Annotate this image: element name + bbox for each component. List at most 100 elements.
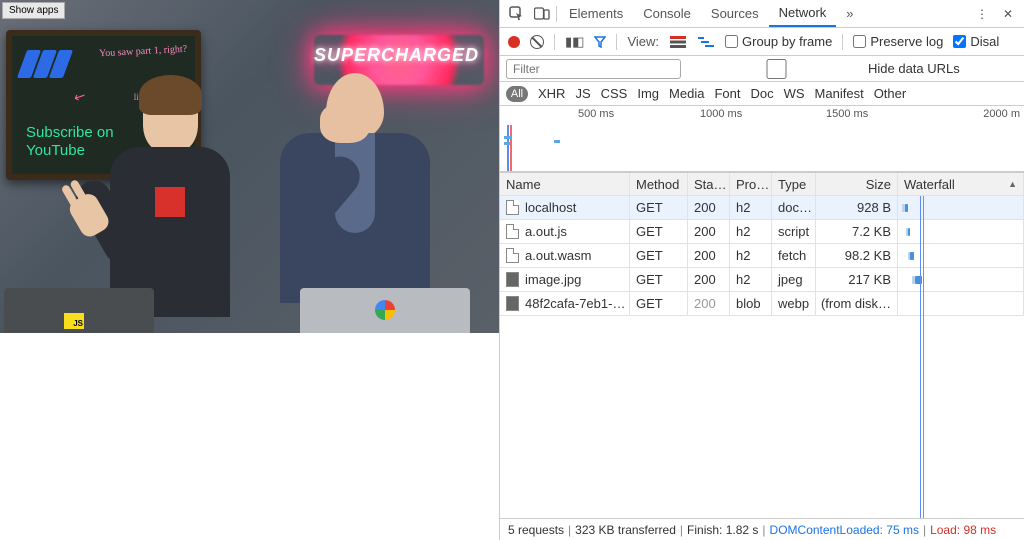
content-screenshot: Show apps SUPERCHARGED You saw part 1, r…	[0, 0, 499, 333]
cell-size: (from disk…	[816, 292, 898, 315]
capture-screenshots-icon[interactable]: ▮◧	[565, 34, 584, 50]
cell-waterfall	[898, 244, 1024, 267]
timeline-tick: 1500 ms	[826, 108, 868, 120]
sort-ascending-icon: ▲	[1008, 179, 1017, 189]
cell-protocol: h2	[730, 220, 772, 243]
type-filter-xhr[interactable]: XHR	[538, 86, 565, 101]
timeline-tick: 2000 m	[983, 108, 1020, 120]
col-waterfall[interactable]: Waterfall▲	[898, 173, 1024, 195]
cell-status: 200	[688, 196, 730, 219]
type-filter-css[interactable]: CSS	[601, 86, 628, 101]
type-filter-js[interactable]: JS	[575, 86, 590, 101]
status-bar: 5 requests| 323 KB transferred| Finish: …	[500, 518, 1024, 540]
table-header: Name Method Sta… Pro… Type Size Waterfal…	[500, 172, 1024, 196]
request-name: image.jpg	[525, 272, 581, 287]
type-filter-media[interactable]: Media	[669, 86, 704, 101]
polymer-logo-icon	[22, 50, 70, 84]
table-row[interactable]: a.out.js GET200h2script7.2 KB	[500, 220, 1024, 244]
table-row[interactable]: image.jpg GET200h2jpeg217 KB	[500, 268, 1024, 292]
col-type[interactable]: Type	[772, 173, 816, 195]
show-apps-button[interactable]: Show apps	[2, 2, 65, 19]
filter-input[interactable]	[506, 59, 681, 79]
request-name: a.out.wasm	[525, 248, 591, 263]
cell-method: GET	[630, 220, 688, 243]
cell-waterfall	[898, 220, 1024, 243]
cell-status: 200	[688, 244, 730, 267]
col-name[interactable]: Name	[500, 173, 630, 195]
col-size[interactable]: Size	[816, 173, 898, 195]
type-filter-doc[interactable]: Doc	[750, 86, 773, 101]
request-name: a.out.js	[525, 224, 567, 239]
cell-status: 200	[688, 220, 730, 243]
domcontentloaded-marker	[920, 196, 921, 518]
disable-cache-checkbox[interactable]: Disal	[953, 34, 999, 49]
cell-method: GET	[630, 292, 688, 315]
type-filter-manifest[interactable]: Manifest	[815, 86, 864, 101]
devtools-panel: Elements Console Sources Network » ⋮ ✕ ▮…	[499, 0, 1024, 540]
cell-size: 928 B	[816, 196, 898, 219]
timeline-tick: 1000 ms	[700, 108, 742, 120]
laptop: JS	[4, 288, 154, 333]
preserve-log-checkbox[interactable]: Preserve log	[853, 34, 943, 49]
timeline-tick: 500 ms	[578, 108, 614, 120]
chalk-text: You saw part 1, right?	[99, 44, 188, 60]
type-filter-img[interactable]: Img	[637, 86, 659, 101]
cell-method: GET	[630, 268, 688, 291]
file-icon	[506, 272, 519, 287]
neon-sign: SUPERCHARGED	[314, 45, 479, 66]
request-name: localhost	[525, 200, 576, 215]
timeline-overview[interactable]: 500 ms 1000 ms 1500 ms 2000 m	[500, 106, 1024, 172]
type-filter-font[interactable]: Font	[714, 86, 740, 101]
view-label: View:	[627, 34, 659, 49]
clear-button[interactable]	[530, 35, 544, 49]
type-filter-ws[interactable]: WS	[784, 86, 805, 101]
cell-method: GET	[630, 196, 688, 219]
cell-method: GET	[630, 244, 688, 267]
col-method[interactable]: Method	[630, 173, 688, 195]
tab-elements[interactable]: Elements	[559, 0, 633, 27]
cell-protocol: h2	[730, 244, 772, 267]
request-name: 48f2cafa-7eb1-…	[525, 296, 625, 311]
waterfall-view-icon[interactable]	[697, 34, 715, 50]
cell-type: doc…	[772, 196, 816, 219]
cell-size: 7.2 KB	[816, 220, 898, 243]
file-icon	[506, 200, 519, 215]
cell-type: jpeg	[772, 268, 816, 291]
file-icon	[506, 224, 519, 239]
cell-size: 217 KB	[816, 268, 898, 291]
filter-icon[interactable]	[594, 36, 606, 48]
tabs-overflow-icon[interactable]: »	[836, 0, 863, 27]
record-button[interactable]	[508, 36, 520, 48]
kebab-menu-icon[interactable]: ⋮	[970, 2, 994, 26]
table-row[interactable]: a.out.wasmGET200h2fetch98.2 KB	[500, 244, 1024, 268]
file-icon	[506, 248, 519, 263]
type-filter-all[interactable]: All	[506, 86, 528, 102]
table-row[interactable]: localhost GET200h2doc…928 B	[500, 196, 1024, 220]
cell-protocol: blob	[730, 292, 772, 315]
tab-console[interactable]: Console	[633, 0, 701, 27]
load-marker	[923, 196, 924, 518]
large-rows-icon[interactable]	[669, 34, 687, 50]
js-sticker-icon: JS	[64, 313, 84, 329]
hide-data-urls-checkbox[interactable]: Hide data URLs	[689, 59, 960, 79]
file-icon	[506, 296, 519, 311]
cell-status: 200	[688, 268, 730, 291]
type-filter-other[interactable]: Other	[874, 86, 907, 101]
table-row[interactable]: 48f2cafa-7eb1-…GET200blobwebp(from disk…	[500, 292, 1024, 316]
cell-waterfall	[898, 292, 1024, 315]
cell-protocol: h2	[730, 268, 772, 291]
cell-protocol: h2	[730, 196, 772, 219]
cell-status: 200	[688, 292, 730, 315]
cell-type: script	[772, 220, 816, 243]
col-status[interactable]: Sta…	[688, 173, 730, 195]
close-icon[interactable]: ✕	[996, 2, 1020, 26]
tab-network[interactable]: Network	[769, 0, 837, 27]
cell-type: fetch	[772, 244, 816, 267]
group-by-frame-checkbox[interactable]: Group by frame	[725, 34, 832, 49]
tab-sources[interactable]: Sources	[701, 0, 769, 27]
cell-waterfall	[898, 268, 1024, 291]
device-toggle-icon[interactable]	[530, 2, 554, 26]
laptop	[300, 288, 470, 333]
inspect-icon[interactable]	[504, 2, 528, 26]
col-protocol[interactable]: Pro…	[730, 173, 772, 195]
